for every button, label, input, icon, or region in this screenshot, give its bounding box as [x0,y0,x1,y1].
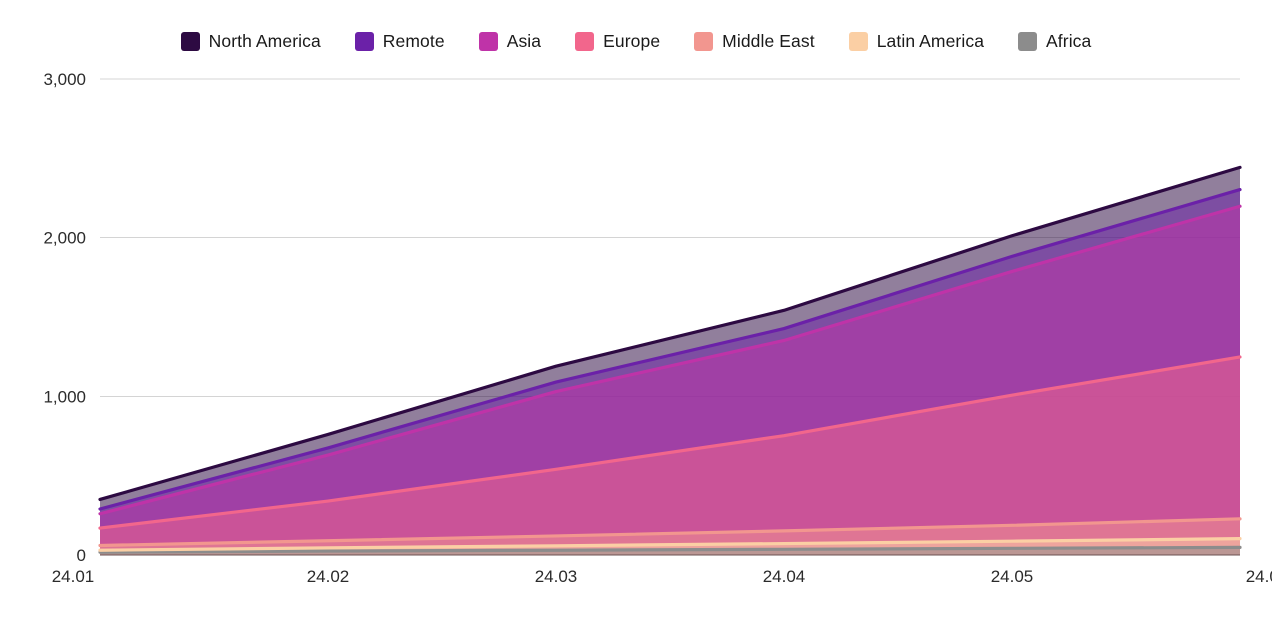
y-axis-tick-label: 0 [77,546,86,565]
x-axis-tick-label: 24.06 [1246,567,1272,586]
y-axis-tick-label: 2,000 [43,229,86,248]
x-axis-tick-label: 24.02 [307,567,350,586]
x-axis-tick-label: 24.04 [763,567,806,586]
stacked-area-chart: North America Remote Asia Europe Middle East… [0,0,1272,622]
chart-plot-area: 0 1,000 2,000 3,000 24.01 24.02 24.03 24.04 24.0… [0,0,1272,622]
chart-svg: 01,0002,0003,00024.01 24.02 24.03 24.04 24.0… [43,70,1272,586]
x-axis-tick-label: 24.01 [52,567,95,586]
y-axis-tick-label: 3,000 [43,70,86,89]
x-axis-tick-label: 24.03 [535,567,578,586]
area-series-group [100,167,1240,556]
y-axis-tick-label: 1,000 [43,387,86,406]
x-axis-tick-label: 24.05 [991,567,1034,586]
x-axis-tick-labels: 24.01 24.02 24.03 24.04 24.05 24.06 [52,567,1272,586]
